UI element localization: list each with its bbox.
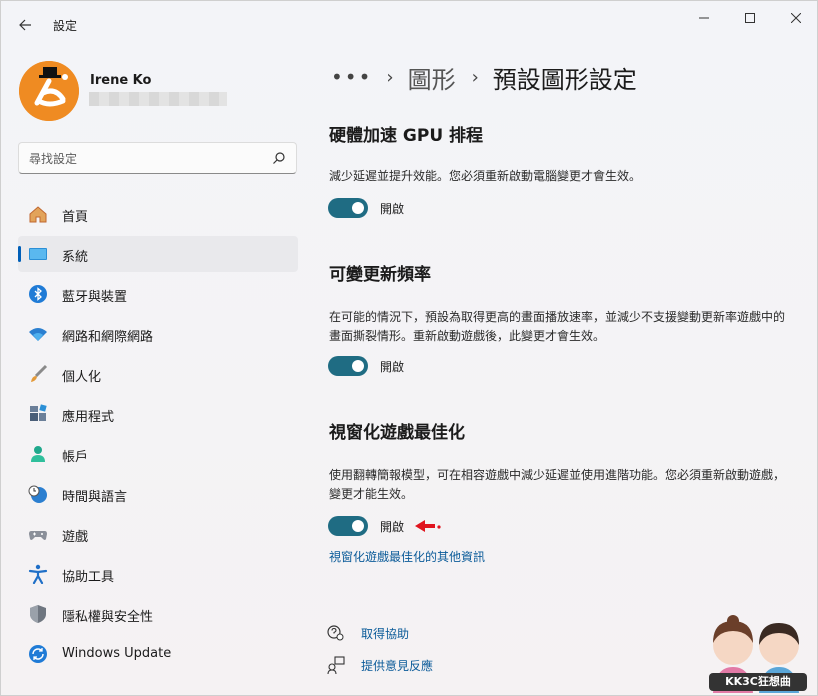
clock-globe-icon <box>28 485 47 503</box>
sidebar-item-label: 系統 <box>62 250 89 265</box>
sidebar-item-label: 首頁 <box>62 210 89 225</box>
section-windowed-game-optimization: 視窗化遊戲最佳化 使用翻轉簡報模型，可在相容遊戲中減少延遲並使用進階功能。您必須… <box>329 418 789 504</box>
selection-indicator <box>18 246 21 262</box>
settings-window: 設定 Irene Ko 首 <box>0 0 818 696</box>
avatar <box>19 61 79 121</box>
maximize-icon <box>745 13 755 23</box>
system-icon <box>29 248 47 260</box>
chevron-right-icon: › <box>386 66 394 88</box>
section-title: 硬體加速 GPU 排程 <box>329 126 484 146</box>
sidebar-item-personalization[interactable]: 個人化 <box>18 356 298 392</box>
gpu-scheduling-toggle[interactable] <box>328 198 368 218</box>
wifi-icon <box>29 328 47 341</box>
sidebar-item-label: 網路和網際網路 <box>62 330 154 345</box>
maximize-button[interactable] <box>727 1 773 35</box>
section-description: 使用翻轉簡報模型，可在相容遊戲中減少延遲並使用進階功能。您必須重新啟動遊戲，變更… <box>329 468 786 501</box>
get-help-label: 取得協助 <box>361 626 410 641</box>
sidebar-item-time-language[interactable]: 時間與語言 <box>18 476 298 512</box>
sidebar-item-accessibility[interactable]: 協助工具 <box>18 556 298 592</box>
bluetooth-icon <box>29 285 47 303</box>
breadcrumb-graphics-link[interactable]: 圖形 <box>408 60 456 95</box>
section-title: 可變更新頻率 <box>329 265 431 285</box>
sidebar-item-privacy[interactable]: 隱私權與安全性 <box>18 596 298 632</box>
title-bar: 設定 <box>1 1 817 49</box>
sidebar-item-label: 隱私權與安全性 <box>62 610 154 625</box>
shield-icon <box>30 605 46 623</box>
windows-update-icon <box>29 645 47 663</box>
windowed-game-optimization-info-link[interactable]: 視窗化遊戲最佳化的其他資訊 <box>329 548 485 565</box>
red-arrow-icon <box>415 520 441 532</box>
search-box[interactable] <box>18 142 297 174</box>
get-help-link[interactable]: 取得協助 <box>327 624 409 642</box>
profile-email-redacted <box>89 92 227 106</box>
section-variable-refresh-rate: 可變更新頻率 在可能的情況下，預設為取得更高的畫面播放速率，並減少不支援變動更新… <box>329 260 789 346</box>
variable-refresh-rate-toggle-row: 開啟 <box>328 356 404 376</box>
sidebar-item-windows-update[interactable]: Windows Update <box>18 636 298 672</box>
sidebar-item-label: 個人化 <box>62 370 102 385</box>
search-input[interactable] <box>29 149 259 169</box>
apps-icon <box>30 404 47 421</box>
sidebar-nav: 首頁 系統 藍牙與裝置 網路和網際網路 個人化 應用程式 帳戶 時間與語言 遊戲… <box>18 196 298 676</box>
sidebar-item-label: 時間與語言 <box>62 490 128 505</box>
toggle-state-label: 開啟 <box>380 519 405 534</box>
minimize-button[interactable] <box>681 1 727 35</box>
profile-name: Irene Ko <box>90 73 152 88</box>
windowed-game-optimization-toggle-row: 開啟 <box>328 516 404 536</box>
sidebar-item-home[interactable]: 首頁 <box>18 196 298 232</box>
toggle-knob <box>352 202 364 214</box>
sidebar-item-apps[interactable]: 應用程式 <box>18 396 298 432</box>
windowed-game-optimization-toggle[interactable] <box>328 516 368 536</box>
breadcrumb: ••• › 圖形 › 預設圖形設定 <box>331 59 637 95</box>
close-button[interactable] <box>773 1 818 35</box>
feedback-icon <box>327 656 345 674</box>
variable-refresh-rate-toggle[interactable] <box>328 356 368 376</box>
sidebar-item-bluetooth[interactable]: 藍牙與裝置 <box>18 276 298 312</box>
toggle-knob <box>352 360 364 372</box>
gpu-scheduling-toggle-row: 開啟 <box>328 198 404 218</box>
section-description: 在可能的情況下，預設為取得更高的畫面播放速率，並減少不支援變動更新率遊戲中的畫面… <box>329 310 786 343</box>
back-arrow-icon <box>19 19 31 31</box>
brush-icon <box>31 364 48 382</box>
toggle-state-label: 開啟 <box>380 201 405 216</box>
page-title: 預設圖形設定 <box>492 65 637 94</box>
home-icon <box>29 206 47 223</box>
chevron-right-icon: › <box>471 66 479 88</box>
sidebar-item-network[interactable]: 網路和網際網路 <box>18 316 298 352</box>
sidebar-item-label: Windows Update <box>62 646 172 661</box>
account-icon <box>31 446 45 462</box>
toggle-knob <box>352 520 364 532</box>
sidebar-item-accounts[interactable]: 帳戶 <box>18 436 298 472</box>
sidebar-item-gaming[interactable]: 遊戲 <box>18 516 298 552</box>
app-title: 設定 <box>53 19 78 33</box>
section-title: 視窗化遊戲最佳化 <box>329 423 465 443</box>
gamepad-icon <box>29 531 47 540</box>
accessibility-icon <box>28 564 48 584</box>
search-icon <box>273 152 285 164</box>
sidebar-item-label: 藍牙與裝置 <box>62 290 128 305</box>
give-feedback-link[interactable]: 提供意見反應 <box>327 656 433 674</box>
sidebar-item-label: 遊戲 <box>62 530 89 545</box>
breadcrumb-more-button[interactable]: ••• <box>331 65 372 89</box>
sidebar-item-label: 應用程式 <box>62 410 115 425</box>
watermark-text: KK3C狂想曲 <box>709 673 807 691</box>
back-button[interactable] <box>9 11 41 39</box>
give-feedback-label: 提供意見反應 <box>361 658 434 673</box>
toggle-state-label: 開啟 <box>380 359 405 374</box>
close-icon <box>791 13 801 23</box>
minimize-icon <box>699 17 709 19</box>
sidebar-item-label: 帳戶 <box>62 450 89 465</box>
user-profile[interactable]: Irene Ko <box>19 61 299 121</box>
sidebar-item-system[interactable]: 系統 <box>18 236 298 272</box>
sidebar-item-label: 協助工具 <box>62 570 115 585</box>
section-description: 減少延遲並提升效能。您必須重新啟動電腦變更才會生效。 <box>329 169 642 183</box>
section-gpu-scheduling: 硬體加速 GPU 排程 減少延遲並提升效能。您必須重新啟動電腦變更才會生效。 <box>329 121 789 186</box>
help-icon <box>327 625 344 641</box>
